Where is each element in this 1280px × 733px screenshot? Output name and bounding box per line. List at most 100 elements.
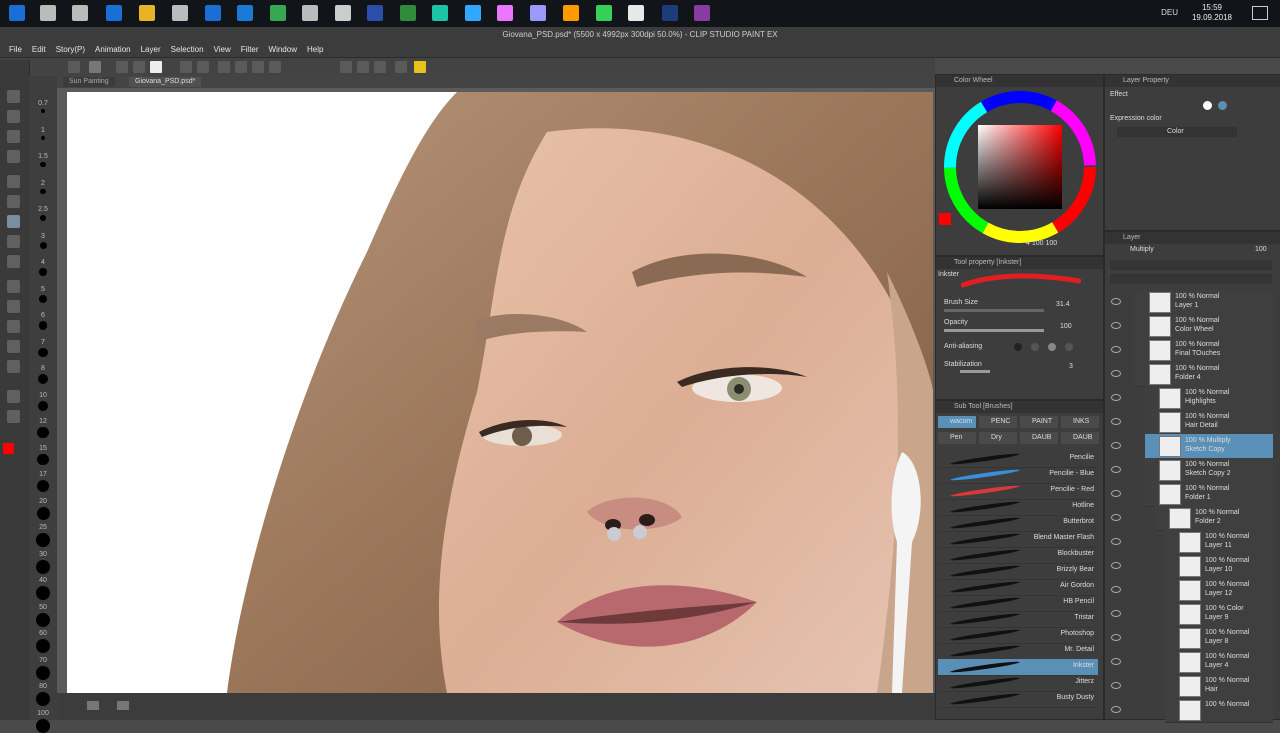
brush-size-30[interactable]: 30 (29, 551, 57, 558)
airbrush-tool-icon[interactable] (7, 235, 20, 248)
visibility-eye-icon[interactable] (1111, 322, 1121, 329)
ruler-icon[interactable] (340, 61, 352, 73)
brush-size-1.5[interactable]: 1.5 (29, 153, 57, 160)
crop-icon[interactable] (269, 61, 281, 73)
subtool-tab-inks[interactable]: INKS (1061, 416, 1099, 428)
visibility-eye-icon[interactable] (1111, 682, 1121, 689)
brush-item-jitterz[interactable]: Jitterz (938, 675, 1098, 692)
transform-icon[interactable] (218, 61, 230, 73)
brush-item-photoshop[interactable]: Photoshop (938, 627, 1098, 644)
system-clock[interactable]: 15:59 19.09.2018 (1192, 3, 1232, 23)
after-effects-icon[interactable] (530, 5, 546, 21)
brush-size-0.7[interactable]: 0.7 (29, 100, 57, 107)
menu-storyp[interactable]: Story(P) (51, 42, 90, 57)
layers-toggle-icon[interactable] (395, 61, 407, 73)
shop-icon[interactable] (205, 5, 221, 21)
menu-selection[interactable]: Selection (166, 42, 209, 57)
visibility-eye-icon[interactable] (1111, 634, 1121, 641)
subtool-tab-daub[interactable]: DAUB (1020, 432, 1058, 444)
main-color-swatch[interactable] (3, 443, 14, 454)
frame-tool-icon[interactable] (7, 360, 20, 373)
premiere-icon[interactable] (497, 5, 513, 21)
layer-row[interactable]: 100 % Normal Layer 10 (1111, 554, 1273, 579)
visibility-eye-icon[interactable] (1111, 298, 1121, 305)
vpn-icon[interactable] (400, 5, 416, 21)
illustrator-icon[interactable] (563, 5, 579, 21)
shield-app-icon[interactable] (367, 5, 383, 21)
fill-tool-icon[interactable] (7, 300, 20, 313)
brush-item-hotline[interactable]: Hotline (938, 499, 1098, 516)
layer-row[interactable]: 100 % Normal Color Wheel (1111, 314, 1273, 339)
brush-size-40[interactable]: 40 (29, 577, 57, 584)
brush-size-17[interactable]: 17 (29, 471, 57, 478)
menu-animation[interactable]: Animation (90, 42, 136, 57)
store-icon[interactable] (106, 5, 122, 21)
blend-tool-icon[interactable] (7, 280, 20, 293)
brush-item-pencilie-red[interactable]: Pencilie - Red (938, 483, 1098, 500)
move-tool-icon[interactable] (7, 130, 20, 143)
zoom-tool-icon[interactable] (7, 90, 20, 103)
main-color-chip[interactable] (939, 213, 951, 225)
clip-studio-logo-icon[interactable] (89, 61, 101, 73)
visibility-eye-icon[interactable] (1111, 346, 1121, 353)
canvas-tab-1[interactable]: Sun Painting (63, 77, 115, 87)
brush-size-slider[interactable] (944, 309, 1044, 312)
subtool-tab-penc[interactable]: PENC (979, 416, 1017, 428)
clock-app-icon[interactable] (335, 5, 351, 21)
undo-icon[interactable] (180, 61, 192, 73)
eraser-tool-icon[interactable] (7, 255, 20, 268)
layer-row[interactable]: 100 % Normal Layer 1 (1111, 290, 1273, 315)
windows-start-icon[interactable] (9, 5, 25, 21)
layer-row[interactable]: 100 % Normal Hair Detail (1111, 410, 1273, 435)
color-icon[interactable] (414, 61, 426, 73)
opacity-slider[interactable] (944, 329, 1044, 332)
brush-size-6[interactable]: 6 (29, 312, 57, 319)
brush-size-60[interactable]: 60 (29, 630, 57, 637)
canvas[interactable] (67, 92, 933, 693)
menu-help[interactable]: Help (302, 42, 328, 57)
brush-item-hb-pencil[interactable]: HB Pencil (938, 595, 1098, 612)
layer-row[interactable]: 100 % Normal Folder 4 (1111, 362, 1273, 387)
white-color-icon[interactable] (150, 61, 162, 73)
brush-item-busty-dusty[interactable]: Busty Dusty (938, 691, 1098, 708)
brush-size-12[interactable]: 12 (29, 418, 57, 425)
brush-size-20[interactable]: 20 (29, 498, 57, 505)
layer-row[interactable]: 100 % Normal Layer 11 (1111, 530, 1273, 555)
subtool-tab-dry[interactable]: Dry (979, 432, 1017, 444)
subtool-tab-daub[interactable]: DAUB (1061, 432, 1099, 444)
brush-size-8[interactable]: 8 (29, 365, 57, 372)
eyedropper-tool-icon[interactable] (7, 175, 20, 188)
layer-row[interactable]: 100 % Normal Final TOuches (1111, 338, 1273, 363)
brush-item-tristar[interactable]: Tristar (938, 611, 1098, 628)
explorer-icon[interactable] (139, 5, 155, 21)
aa-strong-icon[interactable] (1065, 343, 1073, 351)
layer-row[interactable]: 100 % Normal (1111, 698, 1273, 723)
new-file-icon[interactable] (68, 61, 80, 73)
redo-icon[interactable] (197, 61, 209, 73)
brush-size-70[interactable]: 70 (29, 657, 57, 664)
blend-mode-select[interactable]: Multiply (1130, 246, 1154, 253)
menu-file[interactable]: File (4, 42, 27, 57)
visibility-eye-icon[interactable] (1111, 514, 1121, 521)
gradient-tool-icon[interactable] (7, 320, 20, 333)
audition-icon[interactable] (432, 5, 448, 21)
brush-size-2.5[interactable]: 2.5 (29, 206, 57, 213)
canvas-tab-2[interactable]: Giovana_PSD.psd* (129, 77, 202, 87)
brush-item-inkster[interactable]: Inkster (938, 659, 1098, 676)
notification-icon[interactable] (1252, 6, 1268, 20)
brush-item-air-gordon[interactable]: Air Gordon (938, 579, 1098, 596)
lasso-tool-icon[interactable] (7, 110, 20, 123)
menu-window[interactable]: Window (264, 42, 302, 57)
onenote-icon[interactable] (694, 5, 710, 21)
expression-color-select[interactable]: Color (1117, 127, 1237, 137)
kodi-icon[interactable] (662, 5, 678, 21)
clip-studio-icon[interactable] (628, 5, 644, 21)
layer-row[interactable]: 100 % Normal Folder 2 (1111, 506, 1273, 531)
visibility-eye-icon[interactable] (1111, 490, 1121, 497)
pen-icon[interactable] (302, 5, 318, 21)
brush-item-blend-master-flash[interactable]: Blend Master Flash (938, 531, 1098, 548)
brush-item-blockbuster[interactable]: Blockbuster (938, 547, 1098, 564)
layer-row[interactable]: 100 % Color Layer 9 (1111, 602, 1273, 627)
pen-tool-icon[interactable] (7, 195, 20, 208)
brush-size-3[interactable]: 3 (29, 233, 57, 240)
